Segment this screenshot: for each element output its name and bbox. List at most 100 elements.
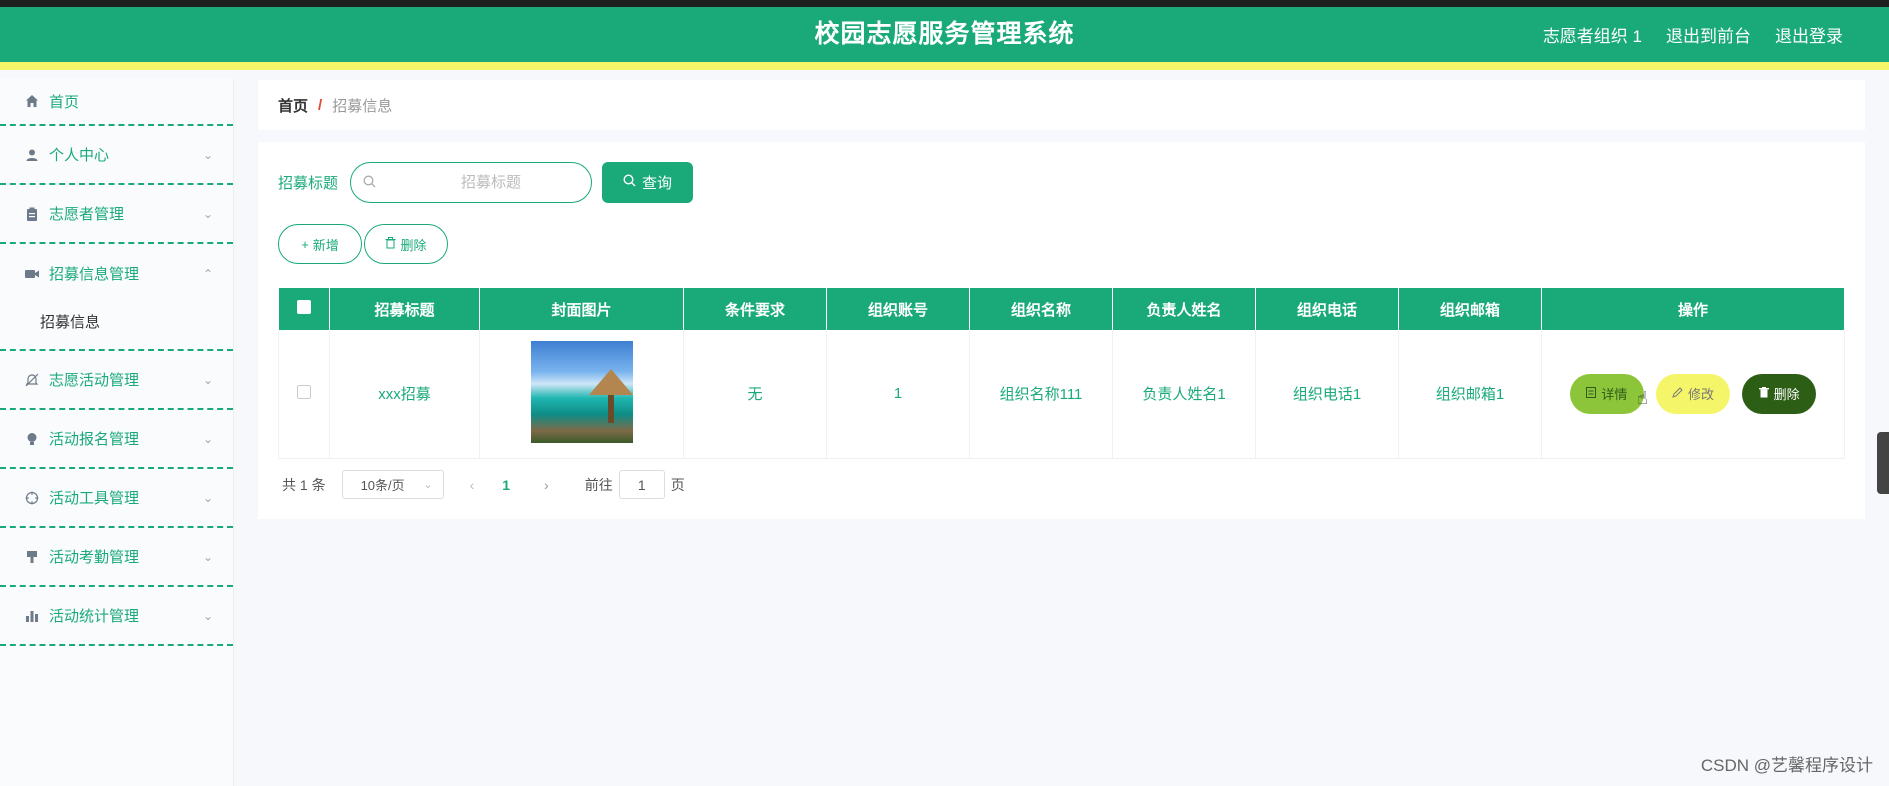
chevron-down-icon: ⌄ — [423, 479, 433, 491]
sidebar-item-personal-center[interactable]: 个人中心 ⌄ — [0, 126, 233, 185]
chevron-down-icon: ⌄ — [202, 372, 213, 387]
sidebar-item-tools-manage[interactable]: 活动工具管理 ⌄ — [0, 469, 233, 528]
watermark: CSDN @艺馨程序设计 — [1700, 756, 1873, 775]
recruit-table: 招募标题 封面图片 条件要求 组织账号 组织名称 负责人姓名 组织电话 组织邮箱… — [278, 288, 1845, 459]
table-header-row: 招募标题 封面图片 条件要求 组织账号 组织名称 负责人姓名 组织电话 组织邮箱… — [278, 288, 1845, 330]
select-cell — [278, 330, 330, 459]
column-header: 负责人姓名 — [1112, 288, 1256, 330]
select-all-checkbox[interactable] — [296, 300, 311, 314]
page-number-current[interactable]: 1 — [502, 477, 510, 493]
sidebar-item-label: 个人中心 — [49, 147, 110, 164]
goto-label: 前往 — [584, 476, 613, 493]
sidebar-item-label: 活动工具管理 — [49, 490, 140, 507]
sidebar-item-volunteer-manage[interactable]: 志愿者管理 ⌄ — [0, 185, 233, 244]
table-row: xxx招募 无 1 组织名称111 负责人姓名1 组织电话1 组织邮箱1 详情 … — [278, 330, 1845, 459]
bell-off-icon — [24, 372, 40, 388]
sidebar-item-label: 活动考勤管理 — [49, 549, 140, 566]
pagination-total: 共 1 条 — [282, 476, 326, 493]
clipboard-icon — [24, 206, 40, 222]
main-content-card: 招募标题 查询 + 新增 删除 招 — [258, 142, 1865, 519]
breadcrumb-home[interactable]: 首页 — [278, 95, 308, 116]
exit-to-front-link[interactable]: 退出到前台 — [1666, 22, 1751, 47]
trash-icon — [1758, 386, 1769, 401]
edit-button[interactable]: 修改 — [1656, 373, 1730, 414]
batch-delete-button[interactable]: 删除 — [364, 224, 448, 264]
search-bar: 招募标题 查询 — [278, 162, 694, 203]
detail-button[interactable]: 详情 — [1569, 373, 1644, 414]
sidebar-item-label: 活动统计管理 — [49, 608, 140, 625]
breadcrumb-separator: / — [318, 96, 323, 114]
sidebar-group-recruit: 招募信息管理 ⌃ 招募信息 — [0, 244, 233, 351]
chevron-down-icon: ⌄ — [202, 608, 213, 623]
brush-icon — [24, 549, 40, 565]
row-delete-button-label: 删除 — [1773, 387, 1800, 403]
chart-icon — [24, 608, 40, 624]
cell-operations: 详情 修改 删除 — [1541, 330, 1845, 459]
cell-account: 1 — [826, 330, 970, 459]
hand-cursor-icon: ☝ — [1637, 388, 1648, 408]
chevron-up-icon: ⌃ — [202, 266, 213, 281]
search-icon — [623, 174, 636, 191]
window-top-bar — [0, 0, 1889, 7]
sidebar-item-recruit-manage[interactable]: 招募信息管理 ⌃ — [0, 244, 233, 303]
home-icon — [24, 93, 40, 109]
sidebar-item-activity-manage[interactable]: 志愿活动管理 ⌄ — [0, 351, 233, 410]
column-header: 招募标题 — [329, 288, 480, 330]
next-page-icon[interactable]: › — [544, 477, 549, 493]
target-icon — [24, 490, 40, 506]
breadcrumb: 首页 / 招募信息 — [258, 80, 1865, 130]
cell-leader: 负责人姓名1 — [1112, 330, 1256, 459]
current-user-link[interactable]: 志愿者组织 1 — [1543, 22, 1642, 47]
column-header: 组织邮箱 — [1398, 288, 1542, 330]
plus-icon: + — [301, 236, 309, 252]
sidebar: 首页 个人中心 ⌄ 志愿者管理 ⌄ 招募信息管理 ⌃ 招募信息 志愿活动管理 ⌄ — [0, 78, 234, 786]
search-input-wrapper — [350, 162, 593, 203]
user-icon — [24, 147, 40, 163]
document-icon — [1586, 386, 1597, 401]
action-bar: + 新增 删除 — [278, 224, 448, 264]
cell-phone: 组织电话1 — [1255, 330, 1399, 459]
search-icon — [363, 175, 376, 191]
sidebar-item-label: 招募信息管理 — [49, 266, 140, 283]
sidebar-item-attendance-manage[interactable]: 活动考勤管理 ⌄ — [0, 528, 233, 587]
column-header: 操作 — [1541, 288, 1845, 330]
cell-org-name: 组织名称111 — [969, 330, 1113, 459]
query-button-label: 查询 — [642, 175, 673, 192]
select-all-cell — [278, 288, 330, 330]
logout-link[interactable]: 退出登录 — [1775, 22, 1843, 47]
sidebar-subitem-recruit-info[interactable]: 招募信息 — [0, 303, 233, 339]
chevron-down-icon: ⌄ — [202, 147, 213, 162]
sidebar-item-statistics-manage[interactable]: 活动统计管理 ⌄ — [0, 587, 233, 646]
trash-icon — [385, 236, 396, 252]
goto-page-input[interactable]: 1 — [618, 470, 665, 499]
sidebar-item-signup-manage[interactable]: 活动报名管理 ⌄ — [0, 410, 233, 469]
row-delete-button[interactable]: 删除 — [1742, 373, 1817, 414]
detail-button-label: 详情 — [1601, 387, 1628, 403]
chevron-down-icon: ⌄ — [202, 206, 213, 221]
search-input[interactable] — [365, 174, 578, 191]
app-header: 校园志愿服务管理系统 志愿者组织 1 退出到前台 退出登录 — [0, 7, 1889, 70]
delete-button-label: 删除 — [400, 237, 427, 253]
column-header: 条件要求 — [683, 288, 827, 330]
add-button-label: 新增 — [312, 237, 339, 253]
bulb-icon — [24, 431, 40, 447]
header-links: 志愿者组织 1 退出到前台 退出登录 — [1543, 7, 1843, 62]
side-drawer-handle[interactable] — [1877, 432, 1889, 494]
cell-condition: 无 — [683, 330, 827, 459]
add-button[interactable]: + 新增 — [278, 224, 362, 264]
prev-page-icon[interactable]: ‹ — [470, 477, 475, 493]
video-icon — [24, 266, 40, 282]
chevron-down-icon: ⌄ — [202, 431, 213, 446]
sidebar-item-label: 志愿者管理 — [49, 206, 125, 223]
page-size-value: 10条/页 — [360, 478, 405, 493]
cover-image-post — [607, 394, 614, 423]
sidebar-item-home[interactable]: 首页 — [0, 78, 233, 126]
chevron-down-icon: ⌄ — [202, 549, 213, 564]
query-button[interactable]: 查询 — [602, 162, 694, 203]
pagination: 共 1 条 10条/页 ⌄ ‹ 1 › 前往 1 页 — [282, 470, 685, 499]
edit-icon — [1672, 386, 1683, 401]
sidebar-item-label: 志愿活动管理 — [49, 372, 140, 389]
cell-title: xxx招募 — [329, 330, 480, 459]
row-checkbox[interactable] — [297, 384, 311, 399]
page-size-select[interactable]: 10条/页 ⌄ — [341, 470, 444, 499]
